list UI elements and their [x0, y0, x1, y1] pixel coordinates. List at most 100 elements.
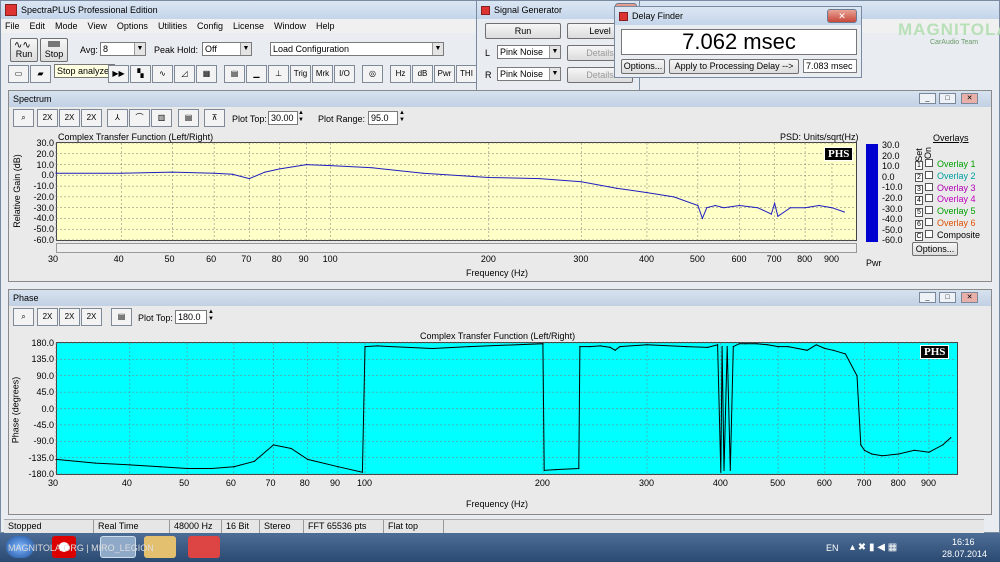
phase-data-point [376, 345, 379, 347]
clock-date[interactable]: 28.07.2014 [942, 549, 987, 559]
status-bits: 16 Bit [222, 520, 260, 533]
status-fft: FFT 65536 pts [304, 520, 384, 533]
phase-data-point [685, 346, 688, 348]
phase-xlabel: Frequency (Hz) [466, 499, 529, 509]
phase-x-tick: 900 [920, 478, 936, 488]
phase-y-tick: 90.0 [36, 370, 54, 381]
phase-y-tick: -90.0 [33, 436, 54, 447]
phase-data-point [361, 471, 364, 473]
phase-data-point [55, 458, 57, 461]
phase-data-point [468, 346, 470, 348]
phase-data-point [881, 455, 883, 457]
phase-data-point [543, 469, 545, 471]
phase-data-point [856, 375, 858, 377]
phase-data-point [364, 346, 366, 348]
phase-data-point [777, 346, 779, 348]
phase-x-tick: 200 [534, 478, 550, 488]
phase-y-tick: 180.0 [31, 338, 54, 348]
phase-data-point [290, 447, 292, 450]
phase-x-tick: 700 [856, 478, 872, 488]
phase-data-point [94, 462, 97, 464]
phase-x-tick: 90 [329, 478, 340, 488]
phase-data-point [867, 451, 869, 453]
phase-data-point [272, 444, 275, 446]
phase-data-point [844, 353, 847, 355]
phase-data-point [646, 344, 648, 346]
phase-data-point [815, 344, 817, 346]
status-rate: 48000 Hz [170, 520, 222, 533]
phase-data-point [233, 466, 235, 468]
phase-ylabel: Phase (degrees) [10, 376, 21, 444]
clock-time[interactable]: 16:16 [952, 537, 975, 547]
phase-data-point [863, 449, 866, 451]
phase-data-point [871, 453, 873, 455]
phase-data-point [942, 444, 944, 446]
phase-data-point [744, 343, 746, 345]
phase-data-point [579, 346, 581, 348]
phase-data-point [159, 466, 161, 468]
phase-x-tick: 500 [770, 478, 786, 488]
phase-data-point [307, 458, 309, 461]
phase-y-tick: 135.0 [31, 354, 54, 365]
phase-x-tick: 800 [890, 478, 906, 488]
phase-y-tick: 45.0 [36, 387, 54, 398]
phase-data-point [729, 469, 731, 471]
phase-data-point [723, 469, 725, 471]
phase-data-point [832, 349, 834, 351]
phase-data-point [824, 347, 826, 350]
phase-data-point [210, 467, 213, 470]
taskbar-watermark: MAGNITOLA.ORG | MIRO_LEGION [8, 543, 154, 553]
phase-phs-badge: PHS [920, 345, 950, 359]
phase-x-tick: 70 [265, 478, 276, 488]
app-task-icon[interactable] [188, 536, 220, 558]
phase-data-point [609, 346, 611, 348]
phase-x-tick: 300 [638, 478, 655, 488]
phase-data-point [721, 346, 723, 348]
status-bar: Stopped Real Time 48000 Hz 16 Bit Stereo… [4, 519, 984, 533]
phase-data-point [619, 346, 621, 348]
phase-data-point [726, 346, 728, 348]
phase-data-point [186, 467, 188, 470]
phase-data-point [129, 464, 131, 466]
phase-data-point [716, 344, 719, 346]
phase-data-point [898, 453, 900, 455]
phase-data-point [928, 451, 930, 453]
phase-data-point [950, 437, 952, 439]
phase-x-tick: 30 [48, 478, 59, 488]
phase-y-tick: -45.0 [33, 419, 54, 430]
phase-data-point [707, 346, 709, 348]
phase-x-tick: 400 [712, 478, 728, 488]
phase-x-tick: 50 [179, 478, 190, 488]
phase-data-point [599, 345, 601, 347]
phase-data-point [720, 471, 722, 473]
phase-trace-line [55, 343, 952, 473]
phase-data-point [614, 349, 616, 351]
taskbar: MAGNITOLA.ORG | MIRO_LEGION EN ▴ ✖ ▮ ◀ ▦… [0, 533, 1000, 562]
phase-data-point [913, 449, 915, 451]
status-window: Flat top [384, 520, 444, 533]
phase-svg [55, 342, 956, 475]
phase-data-point [860, 444, 862, 446]
phase-data-point [589, 346, 591, 348]
phase-data-point [756, 343, 758, 345]
phase-x-tick: 60 [225, 478, 236, 488]
phase-data-point [542, 343, 544, 345]
phase-y-tick: -135.0 [28, 452, 54, 463]
phase-x-tick: 600 [816, 478, 832, 488]
phase-data-point [806, 349, 808, 351]
phase-data-point [431, 347, 433, 350]
phase-data-point [554, 469, 557, 471]
language-indicator[interactable]: EN [826, 543, 839, 553]
status-mode: Real Time [94, 520, 170, 533]
tray-icons[interactable]: ▴ ✖ ▮ ◀ ▦ [850, 542, 897, 553]
status-channels: Stereo [260, 520, 304, 533]
phase-data-point [767, 344, 769, 346]
status-state: Stopped [4, 520, 94, 533]
phase-data-point [337, 466, 339, 468]
phase-data-point [797, 347, 799, 350]
phase-data-point [787, 346, 789, 348]
phase-data-point [732, 346, 734, 348]
phase-data-point [578, 467, 580, 470]
phase-x-tick: 100 [357, 478, 373, 488]
phase-data-point [253, 460, 256, 462]
